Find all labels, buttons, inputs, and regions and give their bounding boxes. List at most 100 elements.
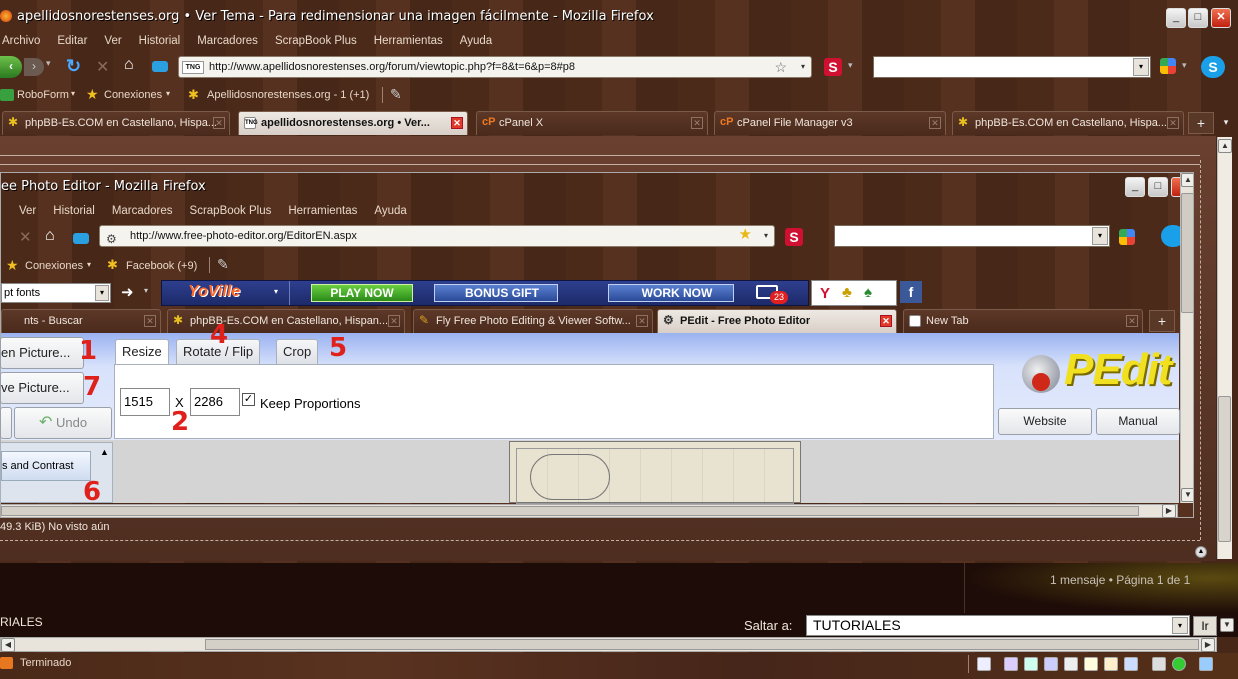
tab-phpbb-2[interactable]: ✱ phpBB-Es.COM en Castellano, Hispa... ✕ [952, 111, 1184, 135]
tab-apellidos[interactable]: TNG apellidosnorestenses.org • Ver... ✕ [238, 111, 468, 135]
page-scroll-right-icon[interactable]: ▶ [1201, 638, 1215, 652]
page-scroll-left-icon[interactable]: ◀ [1, 638, 15, 652]
outer-url-bar[interactable]: TNG http://www.apellidosnorestenses.org/… [178, 56, 812, 78]
tab-close-icon: ✕ [144, 315, 156, 327]
tab-close-icon[interactable]: ✕ [929, 117, 941, 129]
inner-feather-icon: ✎ [217, 256, 229, 272]
reload-icon[interactable]: ↻ [66, 56, 81, 77]
inner-bookmark-facebook: Facebook (+9) [126, 260, 198, 272]
addon-icon-5[interactable] [1064, 657, 1078, 671]
outer-menu-2[interactable]: Ver [104, 35, 121, 47]
addon-icon-7[interactable] [1104, 657, 1118, 671]
inner-stop-icon: ✕ [19, 229, 32, 246]
keep-proportions-label: Keep Proportions [260, 396, 361, 411]
marker-7: 7 [83, 372, 102, 402]
jump-dropdown-icon[interactable]: ▾ [1172, 617, 1188, 634]
bookmark-apellidos[interactable]: Apellidosnorestenses.org - 1 (+1) [207, 89, 369, 101]
skype-icon[interactable]: S [1201, 56, 1225, 78]
tab-close-icon[interactable]: ✕ [451, 117, 463, 129]
new-tab-button[interactable]: + [1188, 112, 1214, 134]
addon-icon-10[interactable] [1172, 657, 1186, 671]
page-h-thumb[interactable] [205, 639, 1199, 650]
google-icon[interactable] [1160, 58, 1176, 74]
outer-menu-6[interactable]: Herramientas [374, 35, 443, 47]
bookmark-roboform[interactable]: RoboForm [17, 89, 69, 101]
history-dropdown-icon[interactable]: ▾ [46, 58, 51, 69]
tab-list-icon[interactable]: ▾ [1216, 112, 1236, 134]
inner-scroll-up-icon: ▲ [1181, 173, 1193, 187]
work-now-button: WORK NOW [608, 284, 734, 302]
jump-select[interactable]: TUTORIALES ▾ [806, 615, 1190, 636]
tab-phpbb-1[interactable]: ✱ phpBB-Es.COM en Castellano, Hispa... ✕ [2, 111, 230, 135]
attachment-info: 49.3 KiB) No visto aún [0, 521, 110, 533]
go-top-icon[interactable]: ▲ [1195, 546, 1207, 558]
addon-icon-2[interactable] [1004, 657, 1018, 671]
tab-close-icon[interactable]: ✕ [213, 117, 225, 129]
cpanel-icon: cP [720, 116, 734, 128]
addon-icon-3[interactable] [1024, 657, 1038, 671]
outer-tab-strip: ✱ phpBB-Es.COM en Castellano, Hispa... ✕ T… [0, 111, 1238, 136]
map-image [509, 441, 801, 504]
outer-menu-7[interactable]: Ayuda [460, 35, 492, 47]
inner-bookmark-sidebar-icon [73, 233, 89, 244]
inner-facebook-favicon: ✱ [107, 257, 118, 272]
outer-menu-3[interactable]: Historial [139, 35, 181, 47]
inner-menu-bar: Ver Historial Marcadores ScrapBook Plus Herr… [19, 203, 424, 217]
minimize-button[interactable]: _ [1166, 8, 1186, 28]
google-dropdown-icon[interactable]: ▾ [1182, 60, 1187, 71]
stumble-icon[interactable]: S [824, 58, 842, 76]
tab-cpanel[interactable]: cP cPanel X ✕ [476, 111, 708, 135]
addon-icon-4[interactable] [1044, 657, 1058, 671]
feather-icon[interactable]: ✎ [390, 86, 402, 103]
addon-icon-8[interactable] [1124, 657, 1138, 671]
conexiones-dropdown-icon[interactable]: ▾ [166, 89, 170, 98]
page-scroll-down-icon[interactable]: ▼ [1220, 618, 1234, 632]
inner-menu-5: Ayuda [374, 205, 407, 217]
tab-close-icon[interactable]: ✕ [1167, 117, 1179, 129]
post-scroll-up-icon[interactable]: ▲ [1218, 139, 1232, 153]
close-button[interactable]: ✕ [1211, 8, 1231, 28]
tab-favicon [909, 315, 921, 327]
search-input[interactable]: ▾ [873, 56, 1151, 78]
star-icon[interactable]: ☆ [774, 57, 787, 77]
forward-button[interactable]: › [24, 58, 44, 76]
separator [968, 655, 969, 673]
addon-icon-9[interactable] [1152, 657, 1166, 671]
url-dropdown-icon[interactable]: ▾ [801, 57, 805, 77]
stumble-dropdown-icon[interactable]: ▾ [848, 60, 853, 71]
tab-favicon: ⚙ [663, 313, 674, 327]
go-button[interactable]: Ir [1193, 616, 1217, 636]
tab-cpanel-fm[interactable]: cP cPanel File Manager v3 ✕ [714, 111, 946, 135]
search-dropdown-icon[interactable]: ▾ [1133, 58, 1149, 76]
bookmark-sidebar-icon[interactable] [152, 61, 168, 72]
addon-icon-6[interactable] [1084, 657, 1098, 671]
roboform-dropdown-icon[interactable]: ▾ [71, 89, 75, 98]
tab-favicon: ✎ [419, 313, 430, 327]
yoville-toolbar: YoVille ▾ PLAY NOW BONUS GIFT WORK NOW 2… [161, 280, 809, 306]
posts-info: 1 mensaje • Página 1 de 1 [1050, 573, 1191, 587]
inner-menu-1: Historial [53, 205, 95, 217]
home-icon[interactable]: ⌂ [124, 56, 134, 74]
tab-close-icon[interactable]: ✕ [691, 117, 703, 129]
maximize-button[interactable]: □ [1188, 8, 1208, 28]
addon-icon-1[interactable] [977, 657, 991, 671]
attachment-h-thumb[interactable] [1, 506, 1139, 516]
tab-favicon: ✱ [8, 115, 19, 129]
addon-icon-11[interactable] [1199, 657, 1213, 671]
jump-label: Saltar a: [744, 618, 793, 633]
back-button[interactable]: ‹ [0, 56, 22, 78]
page-horizontal-scrollbar[interactable]: ◀ ▶ [0, 637, 1217, 652]
stop-icon[interactable]: ✕ [96, 57, 109, 77]
separator [289, 281, 290, 305]
outer-menu-5[interactable]: ScrapBook Plus [275, 35, 357, 47]
tab-crop: Crop [276, 339, 319, 365]
outer-menu-4[interactable]: Marcadores [197, 35, 258, 47]
outer-menu-1[interactable]: Editar [57, 35, 87, 47]
forum-pagination-bar: 1 mensaje • Página 1 de 1 [0, 563, 1238, 613]
palm-icon: ♠ [864, 284, 872, 301]
attachment-horizontal-scrollbar[interactable]: ▶ [0, 504, 1178, 518]
post-scroll-thumb[interactable] [1218, 396, 1231, 542]
outer-menu-0[interactable]: Archivo [2, 35, 40, 47]
attachment-scroll-right-icon[interactable]: ▶ [1162, 504, 1176, 518]
bookmark-conexiones[interactable]: Conexiones [104, 89, 162, 101]
